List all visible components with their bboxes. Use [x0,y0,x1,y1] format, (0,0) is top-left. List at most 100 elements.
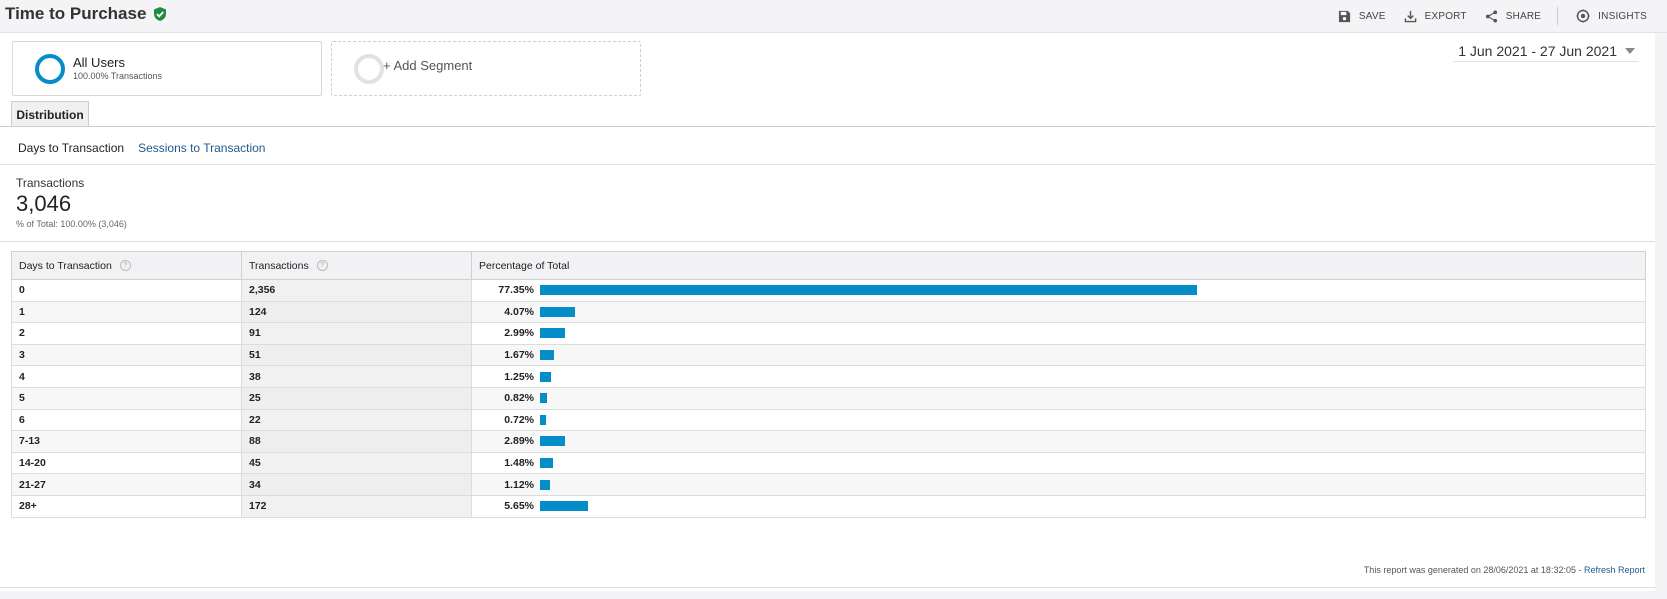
table-header-row: Days to Transaction? Transactions? Perce… [11,251,1646,280]
data-table: Days to Transaction? Transactions? Perce… [11,251,1646,518]
date-range-picker[interactable]: 1 Jun 2021 - 27 Jun 2021 [1458,43,1635,59]
percentage-cell-content: 2.89% [479,435,1638,447]
table-row: 28+ 172 5.65% [11,494,1646,518]
cell-percentage: 0.72% [471,408,1646,432]
subnav-days-to-transaction: Days to Transaction [18,141,125,155]
date-range-text: 1 Jun 2021 - 27 Jun 2021 [1458,43,1617,59]
table-row: 14-20 45 1.48% [11,451,1646,475]
insights-button[interactable]: INSIGHTS [1576,9,1647,23]
percentage-value: 0.72% [504,413,534,426]
help-icon[interactable]: ? [316,260,328,272]
percentage-cell-content: 1.48% [479,457,1638,469]
export-label: EXPORT [1424,10,1467,22]
percentage-value: 77.35% [498,284,534,297]
percentage-value: 1.25% [504,370,534,383]
bottom-divider [0,587,1655,588]
percentage-cell-content: 1.67% [479,349,1638,361]
cell-percentage: 1.12% [471,473,1646,496]
segment-subtext: 100.00% Transactions [73,71,163,81]
export-button[interactable]: EXPORT [1404,10,1467,23]
cell-transactions: 91 [241,322,472,345]
cell-percentage: 2.89% [471,430,1646,453]
save-icon [1338,10,1350,22]
date-range-underline [1453,61,1639,62]
refresh-report-link[interactable]: Refresh Report [1584,565,1645,575]
table-row: 7-13 88 2.89% [11,430,1646,453]
tab-distribution-label: Distribution [16,107,84,122]
add-segment-button[interactable]: + Add Segment [331,41,641,96]
percentage-bar [540,306,575,317]
tab-divider [0,126,1655,127]
verified-shield-icon [152,6,168,22]
cell-transactions: 88 [241,430,472,453]
cell-percentage: 1.48% [471,451,1646,475]
cell-transactions: 172 [241,494,472,518]
cell-transactions: 22 [241,408,472,432]
percentage-bar [540,350,555,361]
table-row: 6 22 0.72% [11,408,1646,432]
percentage-cell-content: 1.25% [479,371,1638,383]
cell-percentage: 0.82% [471,386,1646,410]
save-button[interactable]: SAVE [1338,10,1386,23]
top-bar: Time to Purchase SAVE EXPORT SHARE INSIG… [0,0,1667,33]
percentage-value: 4.07% [504,305,534,318]
header-transactions[interactable]: Transactions? [241,251,472,280]
cell-days: 3 [11,343,242,367]
table-row: 1 124 4.07% [11,300,1646,324]
percentage-value: 5.65% [504,500,534,513]
cell-days: 4 [11,365,242,388]
cell-days: 21-27 [11,473,242,496]
percentage-cell-content: 4.07% [479,306,1638,318]
report-panel: All Users 100.00% Transactions + Add Seg… [0,33,1655,591]
metric-label: Transactions [16,176,85,190]
percentage-bar [540,371,551,382]
percentage-cell-content: 1.12% [479,479,1638,491]
cell-days: 6 [11,408,242,432]
table-row: 3 51 1.67% [11,343,1646,367]
percentage-cell-content: 0.72% [479,414,1638,426]
insights-label: INSIGHTS [1598,10,1647,22]
header-days-label: Days to Transaction [19,259,112,272]
table-row: 4 38 1.25% [11,365,1646,388]
share-button[interactable]: SHARE [1485,9,1542,23]
cell-days: 5 [11,386,242,410]
percentage-bar [540,479,550,490]
sub-navigation: Days to Transaction Sessions to Transact… [18,141,265,155]
segment-ring-icon [35,54,65,84]
percentage-value: 2.99% [504,327,534,340]
percentage-cell-content: 2.99% [479,327,1638,339]
segment-all-users[interactable]: All Users 100.00% Transactions [12,41,322,96]
cell-percentage: 1.25% [471,365,1646,388]
percentage-bar [540,393,547,404]
cell-percentage: 77.35% [471,279,1646,302]
share-label: SHARE [1505,10,1542,22]
table-row: 0 2,356 77.35% [11,279,1646,302]
percentage-bar [540,458,553,469]
share-icon [1485,9,1497,23]
cell-days: 28+ [11,494,242,518]
cell-transactions: 124 [241,300,472,324]
metric-percent-of-total: % of Total: 100.00% (3,046) [16,219,127,229]
percentage-cell-content: 77.35% [479,284,1638,296]
subnav-sessions-to-transaction[interactable]: Sessions to Transaction [138,141,265,155]
cell-percentage: 1.67% [471,343,1646,367]
header-percentage-of-total: Percentage of Total [471,251,1646,280]
percentage-bar [540,436,565,447]
help-icon[interactable]: ? [119,260,131,272]
add-segment-label: + Add Segment [383,58,473,73]
header-percentage-label: Percentage of Total [479,259,570,272]
cell-transactions: 38 [241,365,472,388]
header-days-to-transaction[interactable]: Days to Transaction? [11,251,242,280]
cell-days: 1 [11,300,242,324]
cell-days: 2 [11,322,242,345]
tab-distribution[interactable]: Distribution [11,101,89,127]
percentage-bar [540,285,1198,296]
percentage-value: 1.12% [504,478,534,491]
cell-percentage: 5.65% [471,494,1646,518]
percentage-bar [540,414,547,425]
cell-transactions: 45 [241,451,472,475]
table-row: 2 91 2.99% [11,322,1646,345]
report-generated-text: This report was generated on 28/06/2021 … [1363,565,1584,575]
cell-days: 7-13 [11,430,242,453]
percentage-value: 1.48% [504,457,534,470]
